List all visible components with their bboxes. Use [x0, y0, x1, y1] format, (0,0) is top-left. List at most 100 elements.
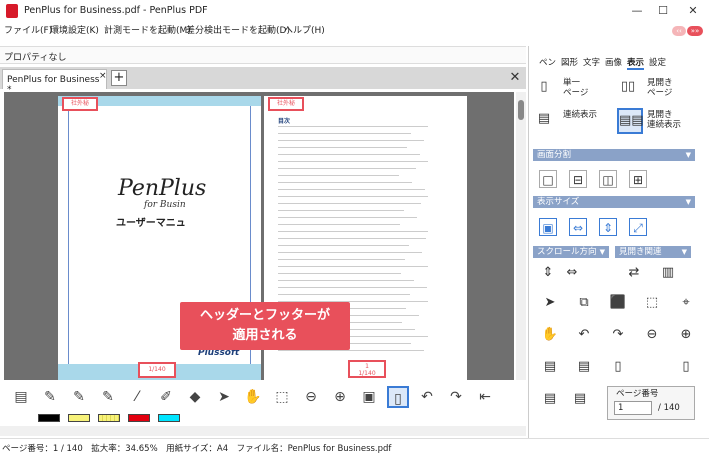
hand-icon[interactable]: ✋: [242, 386, 264, 408]
panel-tool-1-0[interactable]: ✋: [539, 324, 561, 346]
view-mode-icon-2[interactable]: ▤: [533, 108, 555, 130]
page-number-input[interactable]: 1: [614, 401, 652, 415]
tab-close-icon[interactable]: ×: [99, 71, 107, 81]
toc-line: [278, 147, 407, 148]
color-swatch[interactable]: [128, 414, 150, 422]
toc-line: [278, 245, 409, 246]
zoom-mode-icon-2[interactable]: ⇕: [599, 218, 617, 236]
menu-measure[interactable]: 計測モードを起動(M): [104, 23, 191, 36]
section-split[interactable]: 画面分割 ▼: [533, 149, 695, 161]
close-button[interactable]: ✕: [678, 0, 708, 22]
section-spread[interactable]: 見開き関連 ▼: [615, 246, 691, 258]
panel-tool-2-2[interactable]: ▯: [607, 356, 629, 378]
panel-tool-0-4[interactable]: ⌖: [675, 292, 697, 314]
header-marker-2: 社外秘: [268, 97, 304, 111]
add-tab-button[interactable]: +: [111, 70, 127, 86]
fit-page-icon[interactable]: ▣: [358, 386, 380, 408]
first-page-icon[interactable]: ⇤: [474, 386, 496, 408]
color-swatch[interactable]: [98, 414, 120, 422]
page-number-box: ページ番号 1 / 140: [607, 386, 695, 420]
panel-tool-1-2[interactable]: ↷: [607, 324, 629, 346]
tab-0[interactable]: ペン: [539, 56, 556, 68]
panel-tool-1-1[interactable]: ↶: [573, 324, 595, 346]
marker-icon[interactable]: ✎: [68, 386, 90, 408]
panel-tool-1-3[interactable]: ⊖: [641, 324, 663, 346]
stamp-icon[interactable]: ▤: [10, 386, 32, 408]
right-panel: ペン 図形 文字 画像 表示 設定 ▯ 単一 ページ ▯▯ 見開き ページ ▤ 連続表示 ▤▤ 見開き 連…: [528, 46, 707, 438]
zoom-mode-icon-1[interactable]: ⇔: [569, 218, 587, 236]
color-swatch[interactable]: [68, 414, 90, 422]
color-swatch[interactable]: [38, 414, 60, 422]
toc-line: [278, 273, 401, 274]
zoom-out-icon[interactable]: ⊖: [300, 386, 322, 408]
toc-line: [278, 252, 422, 253]
close-document-button[interactable]: ✕: [506, 69, 524, 87]
cover-logo-sub: for Busin: [144, 200, 186, 210]
menu-diff[interactable]: 差分検出モードを起動(D): [186, 23, 290, 36]
tab-1[interactable]: 図形: [561, 56, 578, 68]
panel-tool-0-3[interactable]: ⬚: [641, 292, 663, 314]
view-mode-icon-1[interactable]: ▯▯: [617, 76, 639, 98]
redo-icon[interactable]: ↷: [445, 386, 467, 408]
area-select-icon[interactable]: ⬚: [271, 386, 293, 408]
view-mode-icon-3[interactable]: ▤▤: [617, 108, 644, 134]
view-mode-icon-0[interactable]: ▯: [533, 76, 555, 98]
zoom-in-icon[interactable]: ⊕: [329, 386, 351, 408]
page-icon[interactable]: ▯: [387, 386, 409, 408]
dropdown-arrow-icon: ▼: [685, 198, 691, 206]
panel-tool-2-1[interactable]: ▤: [573, 356, 595, 378]
scroll-dir-icon-1[interactable]: ⇔: [561, 262, 583, 284]
dropdown-arrow-icon: ▼: [685, 151, 691, 159]
panel-tool-1-4[interactable]: ⊕: [675, 324, 697, 346]
tab-2[interactable]: 文字: [583, 56, 600, 68]
highlighter-icon[interactable]: ✎: [39, 386, 61, 408]
panel-tool-0-2[interactable]: ⬛: [607, 292, 629, 314]
nav-back-badge[interactable]: ‹‹: [672, 26, 686, 36]
tab-5[interactable]: 設定: [649, 56, 666, 68]
panel-tool-0-1[interactable]: ⧉: [573, 292, 595, 314]
section-size[interactable]: 表示サイズ ▼: [533, 196, 695, 208]
import-icon[interactable]: ▤: [539, 388, 561, 410]
title-bar: PenPlus for Business.pdf - PenPlus PDF —…: [0, 0, 709, 22]
panel-tool-2-0[interactable]: ▤: [539, 356, 561, 378]
select-arrow-icon[interactable]: ➤: [213, 386, 235, 408]
app-icon: [6, 4, 18, 18]
view-mode-label-3: 見開き 連続表示: [647, 110, 682, 130]
eraser-icon[interactable]: ◆: [184, 386, 206, 408]
scroll-thumb[interactable]: [518, 100, 524, 120]
tab-3[interactable]: 画像: [605, 56, 622, 68]
color-swatch[interactable]: [158, 414, 180, 422]
tab-document[interactable]: PenPlus for Business * ×: [2, 69, 107, 95]
split-icon-3[interactable]: ⊞: [629, 170, 647, 188]
menu-bar: ファイル(F) 環境設定(K) 計測モードを起動(M) 差分検出モードを起動(D…: [0, 22, 709, 38]
tab-4[interactable]: 表示: [627, 56, 645, 70]
panel-tool-0-0[interactable]: ➤: [539, 292, 561, 314]
split-icon-0[interactable]: □: [539, 170, 557, 188]
section-scroll[interactable]: スクロール方向 ▼: [533, 246, 609, 258]
undo-icon[interactable]: ↶: [416, 386, 438, 408]
menu-file[interactable]: ファイル(F): [4, 23, 52, 36]
abc-stamp-icon[interactable]: ✐: [155, 386, 177, 408]
toc-line: [278, 231, 428, 232]
horizontal-scrollbar[interactable]: [0, 426, 526, 436]
window-title: PenPlus for Business.pdf - PenPlus PDF: [24, 5, 208, 16]
menu-settings[interactable]: 環境設定(K): [50, 23, 99, 36]
maximize-button[interactable]: ☐: [648, 0, 678, 22]
brush-icon[interactable]: ⁄: [126, 386, 148, 408]
document-viewer[interactable]: 社外秘 PenPlus for Busin ユーザーマニュ Plussoft 1…: [4, 92, 514, 380]
export-icon[interactable]: ▤: [569, 388, 591, 410]
spread-icon-1[interactable]: ▥: [657, 262, 679, 284]
pen-icon[interactable]: ✎: [97, 386, 119, 408]
toc-line: [278, 217, 417, 218]
viewer-vertical-scrollbar[interactable]: [516, 92, 526, 380]
split-icon-2[interactable]: ◫: [599, 170, 617, 188]
zoom-mode-icon-0[interactable]: ▣: [539, 218, 557, 236]
panel-tool-2-4[interactable]: ▯: [675, 356, 697, 378]
split-icon-1[interactable]: ⊟: [569, 170, 587, 188]
zoom-mode-icon-3[interactable]: ⤢: [629, 218, 647, 236]
toc-line: [278, 154, 420, 155]
scroll-dir-icon-0[interactable]: ⇕: [537, 262, 559, 284]
spread-icon-0[interactable]: ⇄: [623, 262, 645, 284]
nav-forward-badge[interactable]: »»: [687, 26, 703, 36]
menu-help[interactable]: ヘルプ(H): [284, 23, 325, 36]
